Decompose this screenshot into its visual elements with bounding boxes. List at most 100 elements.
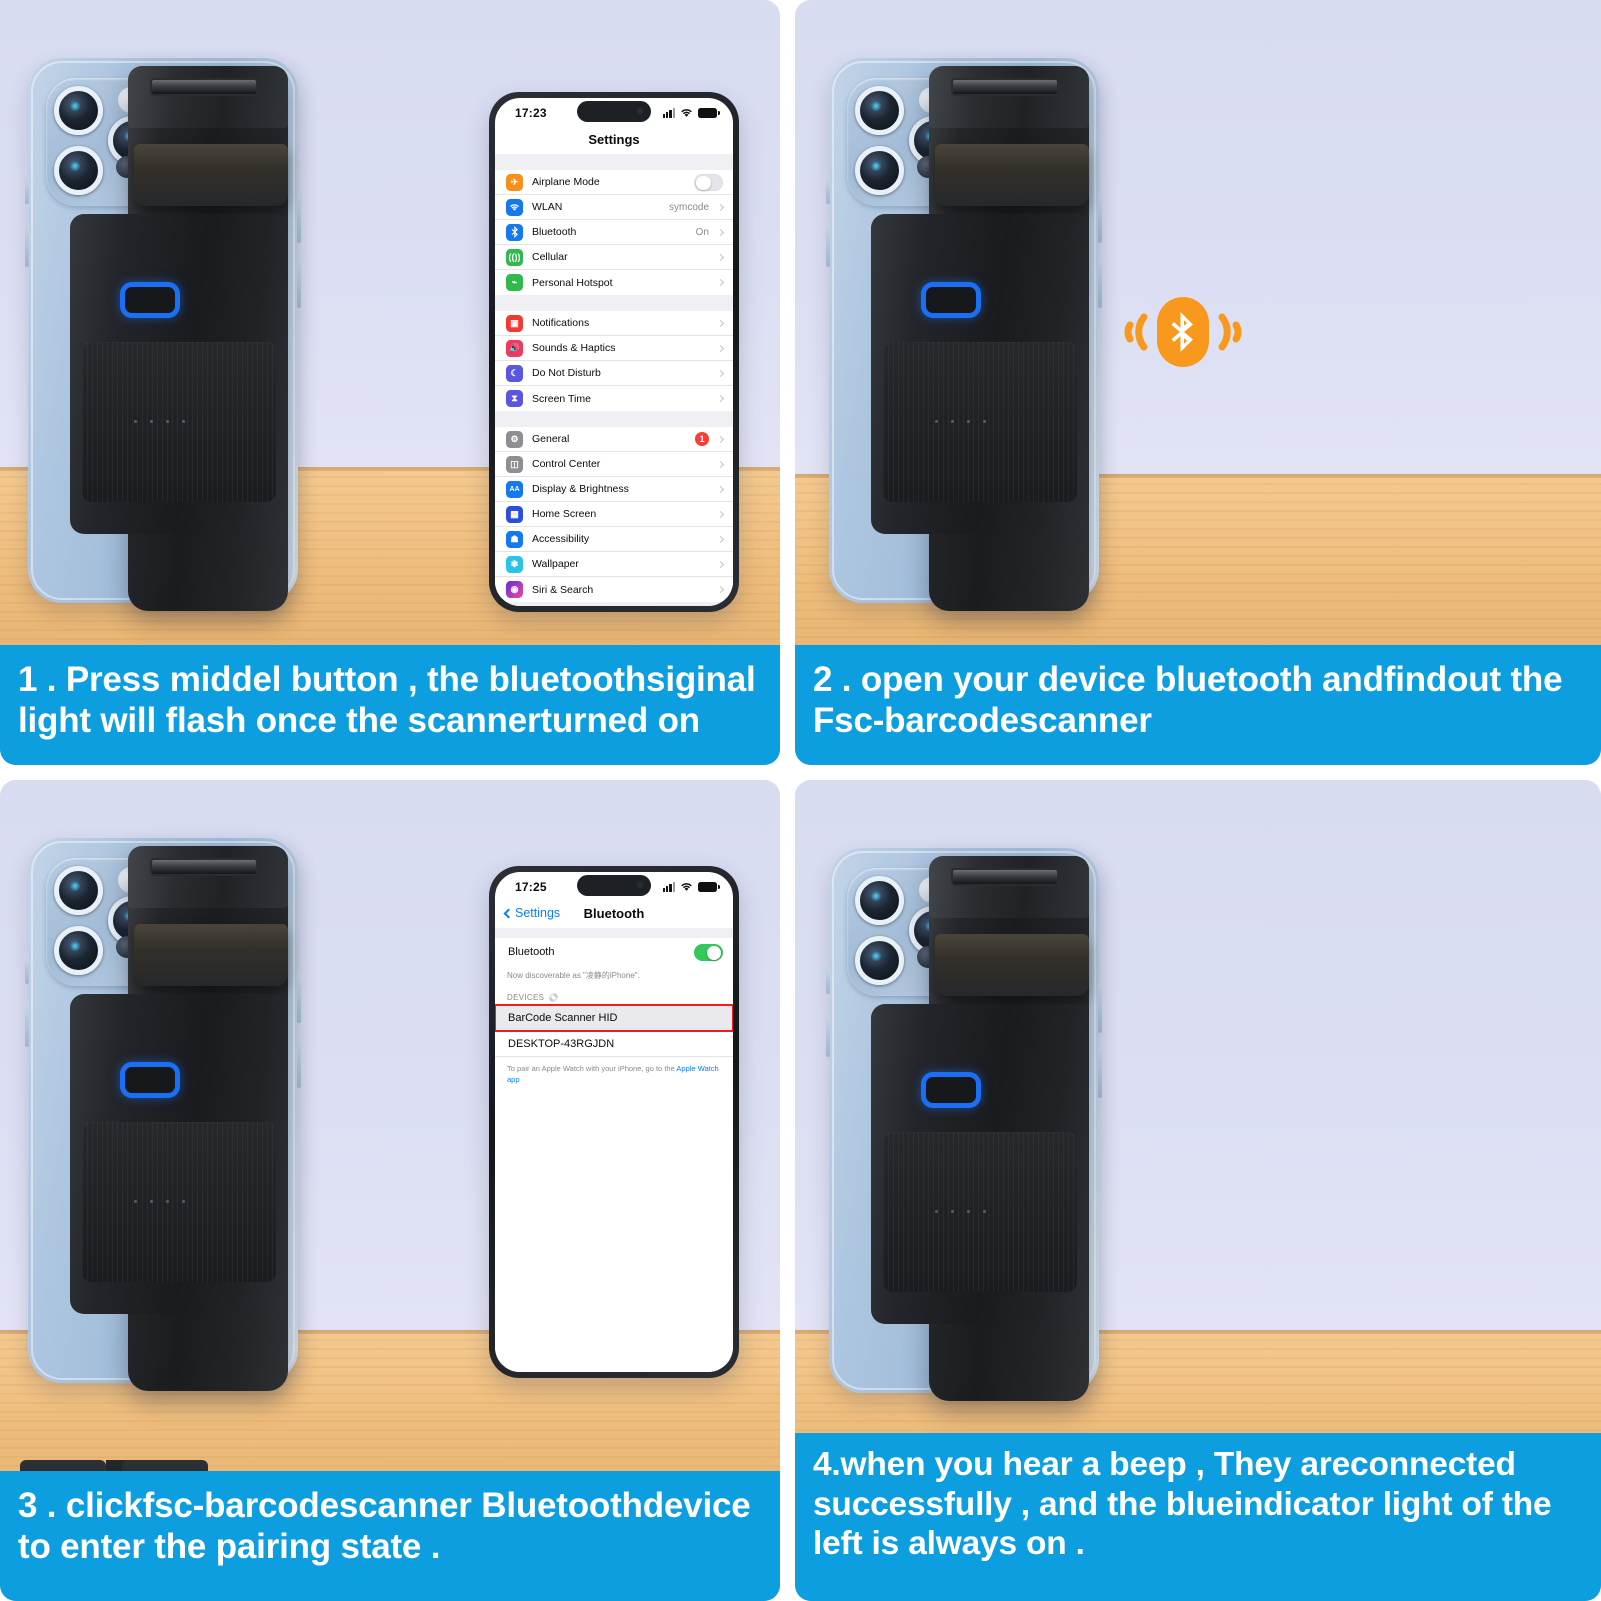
power-button[interactable] — [1098, 983, 1102, 1033]
volume-buttons[interactable] — [25, 1003, 29, 1047]
row-label: Home Screen — [532, 508, 597, 520]
chevron-right-icon — [716, 203, 725, 211]
camera-lens-icon — [855, 876, 904, 925]
scanner-body — [821, 66, 1089, 742]
bluetooth-toggle[interactable] — [694, 943, 723, 961]
volume-buttons[interactable] — [25, 223, 29, 267]
side-button[interactable] — [1098, 1048, 1102, 1098]
hourglass-icon: ⧗ — [506, 390, 523, 407]
cellular-icon: (()) — [506, 248, 523, 266]
middle-button[interactable] — [921, 282, 981, 318]
row-airplane-mode[interactable]: ✈ Airplane Mode — [495, 170, 733, 195]
row-screen-time[interactable]: ⧗ Screen Time — [495, 386, 733, 411]
row-home-screen[interactable]: ▦ Home Screen — [495, 502, 733, 527]
back-button[interactable]: Settings — [503, 906, 560, 920]
mute-switch[interactable] — [25, 958, 29, 984]
battery-icon — [698, 108, 720, 118]
scanner-body — [821, 856, 1089, 1532]
row-notifications[interactable]: ▣ Notifications — [495, 311, 733, 336]
scanner-shelf — [134, 924, 288, 986]
mute-switch[interactable] — [826, 968, 830, 994]
chevron-right-icon — [716, 585, 725, 594]
list-item-device[interactable]: BarCode Scanner HID — [495, 1005, 733, 1031]
camera-lens-icon — [54, 866, 103, 915]
page-title: Settings — [588, 131, 640, 147]
bluetooth-icon — [506, 223, 523, 241]
row-accessibility[interactable]: ☗ Accessibility — [495, 527, 733, 552]
row-wlan[interactable]: WLAN symcode — [495, 195, 733, 220]
mute-switch[interactable] — [826, 178, 830, 204]
middle-button[interactable] — [120, 1062, 180, 1098]
scanner-head — [929, 66, 1089, 128]
led-indicators — [935, 420, 986, 423]
status-bar: 17:25 — [495, 872, 733, 898]
bluetooth-list[interactable]: Bluetooth Now discoverable as "凌静的iPhone… — [495, 928, 733, 1372]
camera-lens-icon — [855, 86, 904, 135]
chevron-right-icon — [716, 435, 725, 443]
status-time: 17:25 — [515, 880, 547, 894]
row-label: Personal Hotspot — [532, 276, 613, 289]
chevron-right-icon — [716, 510, 725, 518]
control-center-icon: ◫ — [506, 455, 523, 473]
row-label: Do Not Disturb — [532, 367, 601, 379]
signal-bars-icon — [662, 108, 675, 118]
chevron-right-icon — [716, 369, 725, 377]
row-wallpaper[interactable]: ✾ Wallpaper — [495, 552, 733, 577]
side-button[interactable] — [297, 1038, 301, 1088]
scanner-window — [150, 78, 258, 96]
middle-button[interactable] — [921, 1072, 981, 1108]
list-gap — [495, 928, 733, 938]
list-gap — [495, 295, 733, 311]
row-bluetooth-toggle[interactable]: Bluetooth — [495, 938, 733, 966]
volume-buttons[interactable] — [826, 223, 830, 267]
scanner-back-panel — [821, 1004, 1089, 1532]
chevron-right-icon — [716, 319, 725, 327]
scanner-head — [128, 846, 288, 908]
list-item-device[interactable]: DESKTOP-43RGJDN — [495, 1031, 733, 1057]
settings-list[interactable]: ✈ Airplane Mode WLAN symcode Bluetooth O… — [495, 154, 733, 606]
apple-watch-app-link[interactable]: Apple Watch app — [507, 1064, 719, 1084]
row-label: Screen Time — [532, 392, 591, 405]
chevron-right-icon — [716, 560, 725, 568]
chevron-right-icon — [716, 253, 725, 261]
side-button[interactable] — [297, 258, 301, 308]
volume-buttons[interactable] — [826, 1013, 830, 1057]
row-sounds-haptics[interactable]: 🔊 Sounds & Haptics — [495, 336, 733, 361]
siri-icon: ◉ — [506, 581, 523, 598]
dynamic-island — [577, 875, 651, 896]
nav-bar: Settings Bluetooth — [495, 898, 733, 928]
middle-button[interactable] — [120, 282, 180, 318]
row-do-not-disturb[interactable]: ☾ Do Not Disturb — [495, 361, 733, 386]
scanner-window — [150, 858, 258, 876]
iphone-screen: 17:23 Settings ✈ Airplane Mode WLAN symc… — [495, 98, 733, 606]
row-bluetooth[interactable]: Bluetooth On — [495, 220, 733, 245]
airplane-toggle[interactable] — [694, 173, 723, 191]
row-general[interactable]: ⚙ General 1 — [495, 427, 733, 452]
row-display-brightness[interactable]: AA Display & Brightness — [495, 477, 733, 502]
chevron-right-icon — [716, 344, 725, 352]
chevron-right-icon — [716, 278, 725, 287]
moon-icon: ☾ — [506, 364, 523, 382]
row-siri-search[interactable]: ◉ Siri & Search — [495, 577, 733, 602]
row-control-center[interactable]: ◫ Control Center — [495, 452, 733, 477]
camera-lens-icon — [54, 86, 103, 135]
power-button[interactable] — [297, 193, 301, 243]
signal-bars-icon — [662, 882, 675, 892]
chevron-right-icon — [716, 460, 725, 468]
power-button[interactable] — [1098, 193, 1102, 243]
led-indicators — [134, 1200, 185, 1203]
iphone-settings-1: 17:23 Settings ✈ Airplane Mode WLAN symc… — [489, 92, 739, 612]
scanner-body — [20, 846, 288, 1522]
power-button[interactable] — [297, 973, 301, 1023]
row-cellular[interactable]: (()) Cellular — [495, 245, 733, 270]
mute-switch[interactable] — [25, 178, 29, 204]
row-label: General — [532, 433, 570, 445]
caption-step-3: 3 . clickfsc-barcodescanner Bluetoothdev… — [0, 1471, 780, 1601]
scanner-window — [951, 868, 1059, 886]
row-label: Display & Brightness — [532, 483, 629, 495]
bluetooth-icon — [1157, 297, 1209, 367]
chevron-right-icon — [716, 535, 725, 543]
instruction-sheet: 17:23 Settings ✈ Airplane Mode WLAN symc… — [0, 0, 1601, 1601]
row-personal-hotspot[interactable]: ⌁ Personal Hotspot — [495, 270, 733, 295]
scanner-window — [951, 78, 1059, 96]
